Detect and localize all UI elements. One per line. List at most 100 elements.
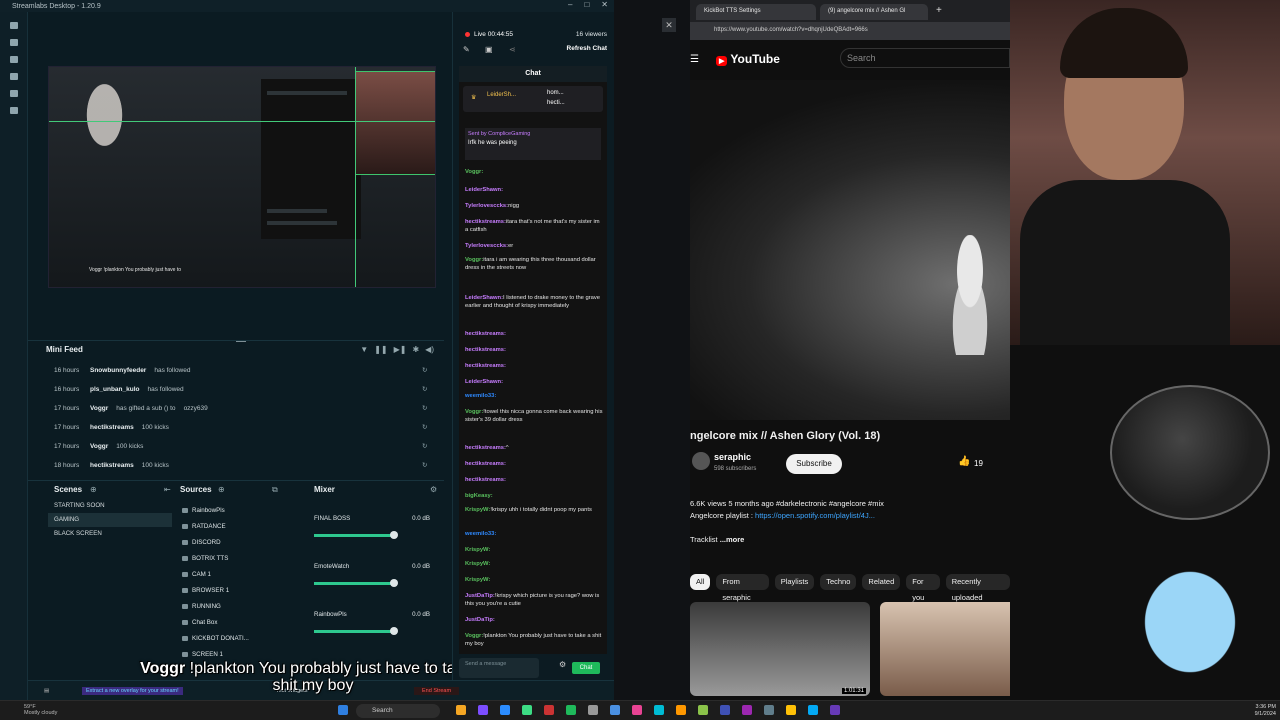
chat-username[interactable]: LeiderShawn: <box>465 187 503 193</box>
source-item[interactable]: Chat Box <box>178 615 306 631</box>
taskbar-search[interactable]: Search <box>356 704 440 718</box>
chat-username[interactable]: KrispyW: <box>465 507 490 513</box>
close-icon[interactable]: ✕ <box>662 18 676 32</box>
chat-username[interactable]: weemilo33: <box>465 531 496 537</box>
taskbar-app-icon[interactable] <box>522 705 532 715</box>
youtube-search-input[interactable]: Search <box>840 48 1010 68</box>
source-item[interactable]: BROWSER 1 <box>178 583 306 599</box>
share-icon[interactable]: ⋖ <box>509 45 516 54</box>
chat-username[interactable]: weemilo33: <box>465 393 496 399</box>
mixer-settings-icon[interactable]: ⚙ <box>430 485 437 494</box>
more-link[interactable]: ...more <box>720 535 745 544</box>
channel-avatar[interactable] <box>692 452 710 470</box>
volume-slider[interactable] <box>314 627 398 635</box>
alerts-icon[interactable] <box>9 90 18 97</box>
stream-preview[interactable]: Voggr !plankton You probably just have t… <box>48 66 436 288</box>
repeat-icon[interactable]: ↻ <box>422 461 427 469</box>
chat-username[interactable]: JustDaTip: <box>465 617 495 623</box>
repeat-icon[interactable]: ↻ <box>422 385 427 393</box>
source-item[interactable]: RUNNING <box>178 599 306 615</box>
chat-username[interactable]: LeiderShawn: <box>465 295 503 301</box>
chat-username[interactable]: hectikstreams: <box>465 363 506 369</box>
taskbar-app-icon[interactable] <box>742 705 752 715</box>
chat-username[interactable]: Voggr: <box>465 257 483 263</box>
chat-username[interactable]: KrispyW: <box>465 561 490 567</box>
taskbar-app-icon[interactable] <box>830 705 840 715</box>
taskbar-app-icon[interactable] <box>764 705 774 715</box>
chip-playlists[interactable]: Playlists <box>774 574 815 590</box>
source-item[interactable]: RATDANCE <box>178 519 306 535</box>
taskbar-app-icon[interactable] <box>566 705 576 715</box>
taskbar-app-icon[interactable] <box>786 705 796 715</box>
send-chat-button[interactable]: Chat <box>572 662 600 674</box>
weather-widget[interactable]: 59°F Mostly cloudy <box>24 704 57 716</box>
video-description[interactable]: 6.6K views 5 months ago #darkelectronic … <box>690 498 990 546</box>
volume-slider[interactable] <box>314 579 398 587</box>
repeat-icon[interactable]: ↻ <box>422 423 427 431</box>
repeat-icon[interactable]: ↻ <box>422 404 427 412</box>
taskbar-app-icon[interactable] <box>588 705 598 715</box>
skip-icon[interactable]: ▶❚ <box>394 345 407 354</box>
taskbar-app-icon[interactable] <box>456 705 466 715</box>
browser-tab-active[interactable]: (9) angelcore mix // Ashen Gl <box>820 4 928 20</box>
chat-tab[interactable]: Chat <box>459 66 607 82</box>
settings-icon[interactable]: ⚙ <box>559 660 566 669</box>
taskbar-app-icon[interactable] <box>654 705 664 715</box>
performance-icon[interactable]: ▤ <box>44 688 49 694</box>
source-item[interactable]: KICKBOT DONATI... <box>178 631 306 647</box>
chat-username[interactable]: Tylerlovesccks: <box>465 203 508 209</box>
like-icon[interactable]: 👍 <box>958 456 970 467</box>
add-source-icon[interactable]: ⊕ <box>218 485 225 494</box>
chip-from-seraphic[interactable]: From seraphic <box>716 574 769 602</box>
pause-icon[interactable]: ❚❚ <box>374 345 387 354</box>
menu-icon[interactable]: ☰ <box>690 54 699 65</box>
taskbar-app-icon[interactable] <box>720 705 730 715</box>
taskbar-app-icon[interactable] <box>478 705 488 715</box>
volume-slider[interactable] <box>314 531 398 539</box>
chat-username[interactable]: hectikstreams: <box>465 347 506 353</box>
taskbar-app-icon[interactable] <box>808 705 818 715</box>
volume-icon[interactable]: ◀) <box>425 345 434 354</box>
minimize-icon[interactable]: – <box>568 0 572 9</box>
subscribe-button[interactable]: Subscribe <box>786 454 842 474</box>
clip-icon[interactable]: ▣ <box>485 45 493 54</box>
chat-username[interactable]: hectikstreams: <box>465 331 506 337</box>
repeat-icon[interactable]: ↻ <box>422 442 427 450</box>
add-scene-icon[interactable]: ⊕ <box>90 485 97 494</box>
settings-icon[interactable] <box>9 107 18 114</box>
chat-username[interactable]: hectikstreams: <box>465 445 506 451</box>
taskbar-app-icon[interactable] <box>632 705 642 715</box>
mute-icon[interactable]: ✱ <box>412 345 419 354</box>
taskbar-app-icon[interactable] <box>610 705 620 715</box>
playlist-link[interactable]: https://open.spotify.com/playlist/4J... <box>755 511 875 520</box>
pinned-message[interactable]: Sent by CompliceGaming Irfk he was peein… <box>465 128 601 160</box>
source-item[interactable]: DISCORD <box>178 535 306 551</box>
taskbar-app-icon[interactable] <box>500 705 510 715</box>
chip-for-you[interactable]: For you <box>906 574 940 602</box>
chat-username[interactable]: JustDaTip: <box>465 593 495 599</box>
taskbar-app-icon[interactable] <box>544 705 554 715</box>
taskbar-app-icon[interactable] <box>698 705 708 715</box>
chat-username[interactable]: bigKeasy: <box>465 493 493 499</box>
edit-icon[interactable]: ✎ <box>463 45 470 54</box>
chip-all[interactable]: All <box>690 574 711 590</box>
chat-username[interactable]: Voggr: <box>465 169 483 175</box>
chip-recently-uploaded[interactable]: Recently uploaded <box>945 574 1010 602</box>
source-item[interactable]: BOTRIX TTS <box>178 551 306 567</box>
new-tab-icon[interactable]: + <box>936 5 942 16</box>
windows-start-icon[interactable] <box>338 705 348 715</box>
scene-item[interactable]: GAMING <box>48 513 172 527</box>
system-clock[interactable]: 3:36 PM 9/1/2024 <box>1255 704 1276 718</box>
store-icon[interactable] <box>9 56 18 63</box>
scene-item[interactable]: BLACK SCREEN <box>48 527 172 541</box>
filter-icon[interactable]: ▼ <box>360 345 368 354</box>
chat-username[interactable]: Voggr: <box>465 409 483 415</box>
taskbar-app-icon[interactable] <box>676 705 686 715</box>
scene-collapse-icon[interactable]: ⇤ <box>164 485 171 494</box>
browser-tab[interactable]: KickBot TTS Settings <box>696 4 816 20</box>
chat-username[interactable]: KrispyW: <box>465 577 490 583</box>
chat-username[interactable]: LeiderShawn: <box>465 379 503 385</box>
source-item[interactable]: CAM 1 <box>178 567 306 583</box>
chat-username[interactable]: Tylerlovesccks: <box>465 243 508 249</box>
repeat-icon[interactable]: ↻ <box>422 366 427 374</box>
